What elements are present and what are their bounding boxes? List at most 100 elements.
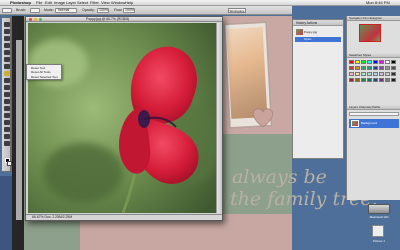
- swatches-panel-tabs[interactable]: Swatches Styles: [347, 53, 400, 58]
- swatch[interactable]: [355, 60, 360, 64]
- swatch[interactable]: [391, 72, 396, 76]
- brush-label: Brush:: [16, 8, 27, 12]
- swatch[interactable]: [385, 78, 390, 82]
- swatch[interactable]: [391, 78, 396, 82]
- eraser-tool-icon[interactable]: [4, 92, 10, 97]
- tool-preset-picker[interactable]: [2, 8, 12, 13]
- navigator-preview[interactable]: [359, 24, 381, 42]
- crop-tool-icon[interactable]: [4, 50, 10, 55]
- history-panel[interactable]: History Actions Poppy.jpg Open: [292, 19, 344, 159]
- swatch[interactable]: [391, 60, 396, 64]
- swatch[interactable]: [355, 78, 360, 82]
- lasso-tool-icon[interactable]: [4, 36, 10, 41]
- mode-label: Mode:: [44, 8, 54, 12]
- swatch[interactable]: [355, 72, 360, 76]
- flow-field[interactable]: 100%: [123, 8, 135, 13]
- history-state-open[interactable]: Open: [295, 37, 341, 42]
- swatch[interactable]: [385, 60, 390, 64]
- mode-value: Normal: [58, 8, 70, 12]
- swatch[interactable]: [361, 60, 366, 64]
- app-menu[interactable]: Photoshop: [10, 0, 31, 6]
- swatch[interactable]: [385, 66, 390, 70]
- move-tool-icon[interactable]: [4, 22, 10, 27]
- layers-panel-tabs[interactable]: Layers Channels Paths: [347, 105, 400, 110]
- shape-tool-icon[interactable]: [4, 127, 10, 132]
- background-color-swatch[interactable]: [7, 161, 12, 166]
- tool-options-bar: Brush: Mode: Normal Opacity: 100% Flow: …: [0, 6, 292, 15]
- brush-picker[interactable]: [30, 8, 40, 13]
- menu-filter[interactable]: Filter: [90, 0, 99, 6]
- reset-selected-tool-menu-item[interactable]: Reset Selected Tool: [27, 75, 61, 79]
- layer-thumbnail: [351, 120, 359, 127]
- menubar: Photoshop File Edit Image Layer Select F…: [0, 0, 400, 6]
- history-brush-tool-icon[interactable]: [4, 85, 10, 90]
- swatch[interactable]: [355, 66, 360, 70]
- swatch[interactable]: [367, 72, 372, 76]
- blend-mode-select[interactable]: [349, 112, 399, 116]
- history-snapshot-row[interactable]: Poppy.jpg: [295, 28, 341, 36]
- workspace-button[interactable]: Workspace: [228, 8, 246, 13]
- menu-view[interactable]: View: [101, 0, 110, 6]
- right-panel-stack: Navigator Info Histogram Swatches Styles: [346, 16, 400, 200]
- tool-preset-context-menu[interactable]: Reset Tool Reset All Tools Reset Selecte…: [26, 64, 62, 80]
- picture-file-label: Picture 1: [373, 239, 385, 243]
- vertical-scrollbar[interactable]: [216, 23, 222, 213]
- brush-tool-icon[interactable]: [4, 71, 10, 76]
- tools-panel[interactable]: [1, 17, 12, 172]
- zoom-window-icon[interactable]: [39, 18, 42, 21]
- slice-tool-icon[interactable]: [4, 57, 10, 62]
- swatch[interactable]: [349, 60, 354, 64]
- menu-select[interactable]: Select: [77, 0, 88, 6]
- swatch[interactable]: [379, 60, 384, 64]
- healing-brush-tool-icon[interactable]: [4, 64, 10, 69]
- dodge-tool-icon[interactable]: [4, 106, 10, 111]
- menu-edit[interactable]: Edit: [45, 0, 52, 6]
- swatch[interactable]: [373, 72, 378, 76]
- picture-file-icon[interactable]: [372, 225, 384, 237]
- swatch[interactable]: [373, 78, 378, 82]
- swatch[interactable]: [391, 66, 396, 70]
- clone-stamp-tool-icon[interactable]: [4, 78, 10, 83]
- magic-wand-tool-icon[interactable]: [4, 43, 10, 48]
- swatch[interactable]: [373, 60, 378, 64]
- minimize-icon[interactable]: [34, 18, 37, 21]
- opacity-label: Opacity:: [82, 8, 95, 12]
- navigator-panel-tabs[interactable]: Navigator Info Histogram: [347, 16, 400, 21]
- swatch[interactable]: [361, 78, 366, 82]
- swatch[interactable]: [349, 78, 354, 82]
- swatch[interactable]: [349, 72, 354, 76]
- menubar-clock[interactable]: Mon 8:46 PM: [366, 0, 390, 6]
- mode-select[interactable]: Normal: [55, 8, 77, 13]
- document-titlebar[interactable]: Poppy.jpg @ 66.7% (RGB/8): [26, 17, 222, 22]
- swatch[interactable]: [385, 72, 390, 76]
- menu-image[interactable]: Image: [54, 0, 65, 6]
- poppy-image-canvas[interactable]: [28, 23, 216, 213]
- type-tool-icon[interactable]: [4, 120, 10, 125]
- swatches-grid[interactable]: [349, 60, 399, 100]
- swatch[interactable]: [361, 72, 366, 76]
- history-panel-tabs[interactable]: History Actions: [293, 20, 343, 26]
- menu-help[interactable]: Help: [125, 0, 133, 6]
- swatch[interactable]: [379, 72, 384, 76]
- menu-window[interactable]: Window: [111, 0, 125, 6]
- gradient-tool-icon[interactable]: [4, 99, 10, 104]
- swatch[interactable]: [379, 66, 384, 70]
- menu-file[interactable]: File: [36, 0, 42, 6]
- close-icon[interactable]: [29, 18, 32, 21]
- zoom-tool-icon[interactable]: [4, 141, 10, 146]
- hand-tool-icon[interactable]: [4, 134, 10, 139]
- pen-tool-icon[interactable]: [4, 113, 10, 118]
- swatch[interactable]: [349, 66, 354, 70]
- swatch[interactable]: [367, 60, 372, 64]
- swatch[interactable]: [367, 66, 372, 70]
- document-window[interactable]: Poppy.jpg @ 66.7% (RGB/8) 66.67% Doc: 2.…: [25, 16, 223, 221]
- swatch[interactable]: [361, 66, 366, 70]
- flow-label: Flow:: [114, 8, 123, 12]
- opacity-field[interactable]: 100%: [97, 8, 109, 13]
- marquee-tool-icon[interactable]: [4, 29, 10, 34]
- swatch[interactable]: [373, 66, 378, 70]
- swatch[interactable]: [379, 78, 384, 82]
- swatch[interactable]: [367, 78, 372, 82]
- menu-layer[interactable]: Layer: [66, 0, 76, 6]
- hard-drive-icon[interactable]: [368, 204, 390, 214]
